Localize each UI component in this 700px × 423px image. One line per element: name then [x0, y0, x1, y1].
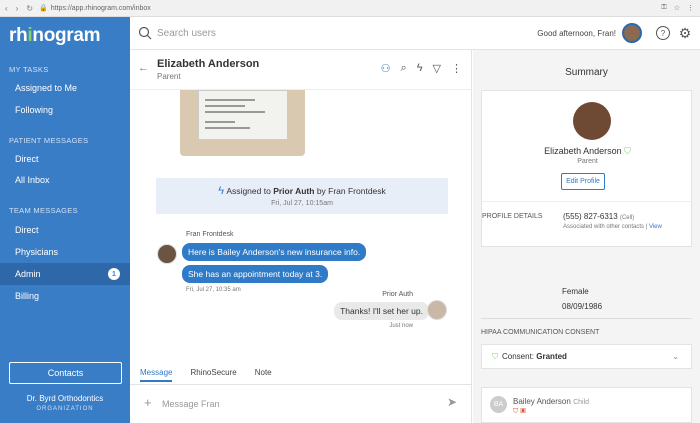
lock-icon: 🔒	[39, 5, 48, 12]
gear-icon[interactable]: ⚙	[678, 25, 692, 41]
bolt-icon: ϟ	[218, 185, 225, 197]
assigned-time: Fri, Jul 27, 10:15am	[271, 200, 333, 207]
assignment-event: ϟ Assigned to Prior Auth by Fran Frontde…	[156, 178, 448, 214]
sidebar-item-following[interactable]: Following	[0, 99, 130, 121]
composer-placeholder: Message Fran	[162, 399, 220, 409]
assigned-by: by Fran Frontdesk	[316, 186, 386, 196]
contacts-button[interactable]: Contacts	[9, 362, 122, 384]
related-name: Bailey Anderson Child	[513, 397, 590, 406]
profile-avatar	[573, 102, 611, 140]
section-patient-messages: PATIENT MESSAGES	[9, 136, 89, 145]
logo[interactable]: rhinogram	[9, 25, 101, 47]
shield-icon: ⛉	[492, 351, 498, 361]
key-icon[interactable]: ⚿	[661, 4, 666, 12]
sidebar-item-assigned-to-me[interactable]: Assigned to Me	[0, 77, 130, 99]
reply-sender: Prior Auth	[382, 291, 413, 298]
user-avatar[interactable]	[622, 23, 642, 43]
filter-icon[interactable]: ▽	[433, 62, 441, 75]
related-avatar: BA	[490, 396, 507, 413]
message-time: Fri, Jul 27, 10:35 am	[186, 287, 241, 293]
org-name: Dr. Byrd Orthodontics	[26, 394, 104, 403]
tab-rhinosecure[interactable]: RhinoSecure	[190, 368, 236, 382]
message-tabs: Message RhinoSecure Note	[140, 368, 272, 382]
reply-bubble: Thanks! I'll set her up.	[334, 302, 429, 320]
consent-dropdown[interactable]: ⛉ Consent: Granted ⌄	[481, 344, 692, 369]
shield-icon: ⛉	[624, 146, 631, 156]
message-bubble: Here is Bailey Anderson's new insurance …	[182, 243, 367, 261]
plus-icon[interactable]: +	[144, 395, 152, 410]
menu-icon[interactable]: ⋮	[687, 4, 694, 12]
assigned-prefix: Assigned to	[226, 186, 271, 196]
top-bar: Search users Good afternoon, Fran! ? ⚙	[130, 17, 700, 50]
search-input[interactable]: Search users	[130, 26, 537, 40]
sidebar-item-physicians[interactable]: Physicians	[0, 241, 130, 263]
attachment-image[interactable]	[180, 90, 305, 156]
bolt-icon[interactable]: ϟ	[417, 62, 423, 75]
profile-name: Elizabeth Anderson ⛉	[544, 146, 631, 156]
view-link[interactable]: View	[649, 224, 662, 230]
summary-title: Summary	[565, 67, 608, 78]
back-arrow-icon[interactable]: ‹	[5, 4, 8, 13]
help-icon[interactable]: ?	[656, 26, 670, 40]
associated-contacts: Associated with other contacts | View	[563, 224, 662, 230]
sender-name: Fran Frontdesk	[186, 231, 234, 238]
forward-arrow-icon[interactable]: ›	[16, 4, 19, 13]
search-placeholder: Search users	[157, 27, 216, 39]
assign-user-icon[interactable]: ⚇	[381, 62, 391, 75]
section-my-tasks: MY TASKS	[9, 65, 49, 74]
sidebar-item-billing[interactable]: Billing	[0, 285, 130, 307]
contact-name: Elizabeth Anderson	[157, 58, 260, 70]
send-icon[interactable]: ➤	[447, 395, 457, 409]
conversation-header: ← Elizabeth Anderson Parent ⚇ ⌕ ϟ ▽ ⋮	[130, 50, 472, 90]
section-team-messages: TEAM MESSAGES	[9, 206, 78, 215]
sidebar-item-direct-team[interactable]: Direct	[0, 219, 130, 241]
more-icon[interactable]: ⋮	[451, 62, 462, 75]
consent-label: HIPAA COMMUNICATION CONSENT	[481, 329, 600, 336]
star-icon[interactable]: ☆	[674, 4, 680, 12]
search-icon	[138, 26, 152, 40]
related-contact[interactable]: BA Bailey Anderson Child ⛉ ▣	[481, 387, 692, 423]
profile-card: Elizabeth Anderson ⛉ Parent Edit Profile…	[481, 90, 693, 247]
search-icon[interactable]: ⌕	[401, 62, 407, 75]
phone: (555) 827-6313 (Cell)	[563, 212, 635, 221]
assigned-group: Prior Auth	[273, 186, 315, 196]
sidebar-item-all-inbox[interactable]: All Inbox	[0, 169, 130, 191]
message-bubble: She has an appointment today at 3.	[182, 265, 329, 283]
tab-note[interactable]: Note	[255, 368, 272, 382]
related-status-icons: ⛉ ▣	[513, 408, 526, 415]
sidebar-item-admin[interactable]: Admin 1	[0, 263, 130, 285]
dob: 08/09/1986	[562, 302, 603, 311]
conversation-panel: ← Elizabeth Anderson Parent ⚇ ⌕ ϟ ▽ ⋮ ϟ …	[130, 50, 472, 423]
summary-panel: Summary Elizabeth Anderson ⛉ Parent Edit…	[473, 50, 700, 423]
browser-nav: ‹ › ↻	[0, 4, 33, 13]
chevron-down-icon: ⌄	[672, 352, 679, 361]
gender: Female	[562, 287, 589, 296]
details-label: PROFILE DETAILS	[482, 213, 543, 220]
unread-badge: 1	[108, 268, 120, 280]
url-text: https://app.rhinogram.com/inbox	[50, 4, 151, 12]
address-bar[interactable]: 🔒 https://app.rhinogram.com/inbox	[39, 4, 661, 13]
sidebar: rhinogram MY TASKS Assigned to Me Follow…	[0, 17, 130, 423]
sidebar-item-label: Admin	[15, 269, 41, 279]
back-arrow-icon[interactable]: ←	[138, 62, 149, 74]
contact-role: Parent	[157, 72, 181, 81]
edit-profile-button[interactable]: Edit Profile	[561, 173, 605, 190]
reply-avatar	[427, 300, 447, 320]
greeting: Good afternoon, Fran!	[537, 28, 616, 38]
org-label: ORGANIZATION	[36, 406, 94, 412]
reload-icon[interactable]: ↻	[26, 4, 33, 13]
sidebar-item-direct-patient[interactable]: Direct	[0, 148, 130, 170]
message-composer[interactable]: + Message Fran ➤	[130, 384, 472, 423]
profile-role: Parent	[577, 158, 598, 165]
insurance-card	[198, 90, 288, 140]
browser-bar: ‹ › ↻ 🔒 https://app.rhinogram.com/inbox …	[0, 0, 700, 17]
sender-avatar	[157, 244, 177, 264]
tab-message[interactable]: Message	[140, 368, 173, 382]
reply-time: Just now	[389, 323, 413, 329]
